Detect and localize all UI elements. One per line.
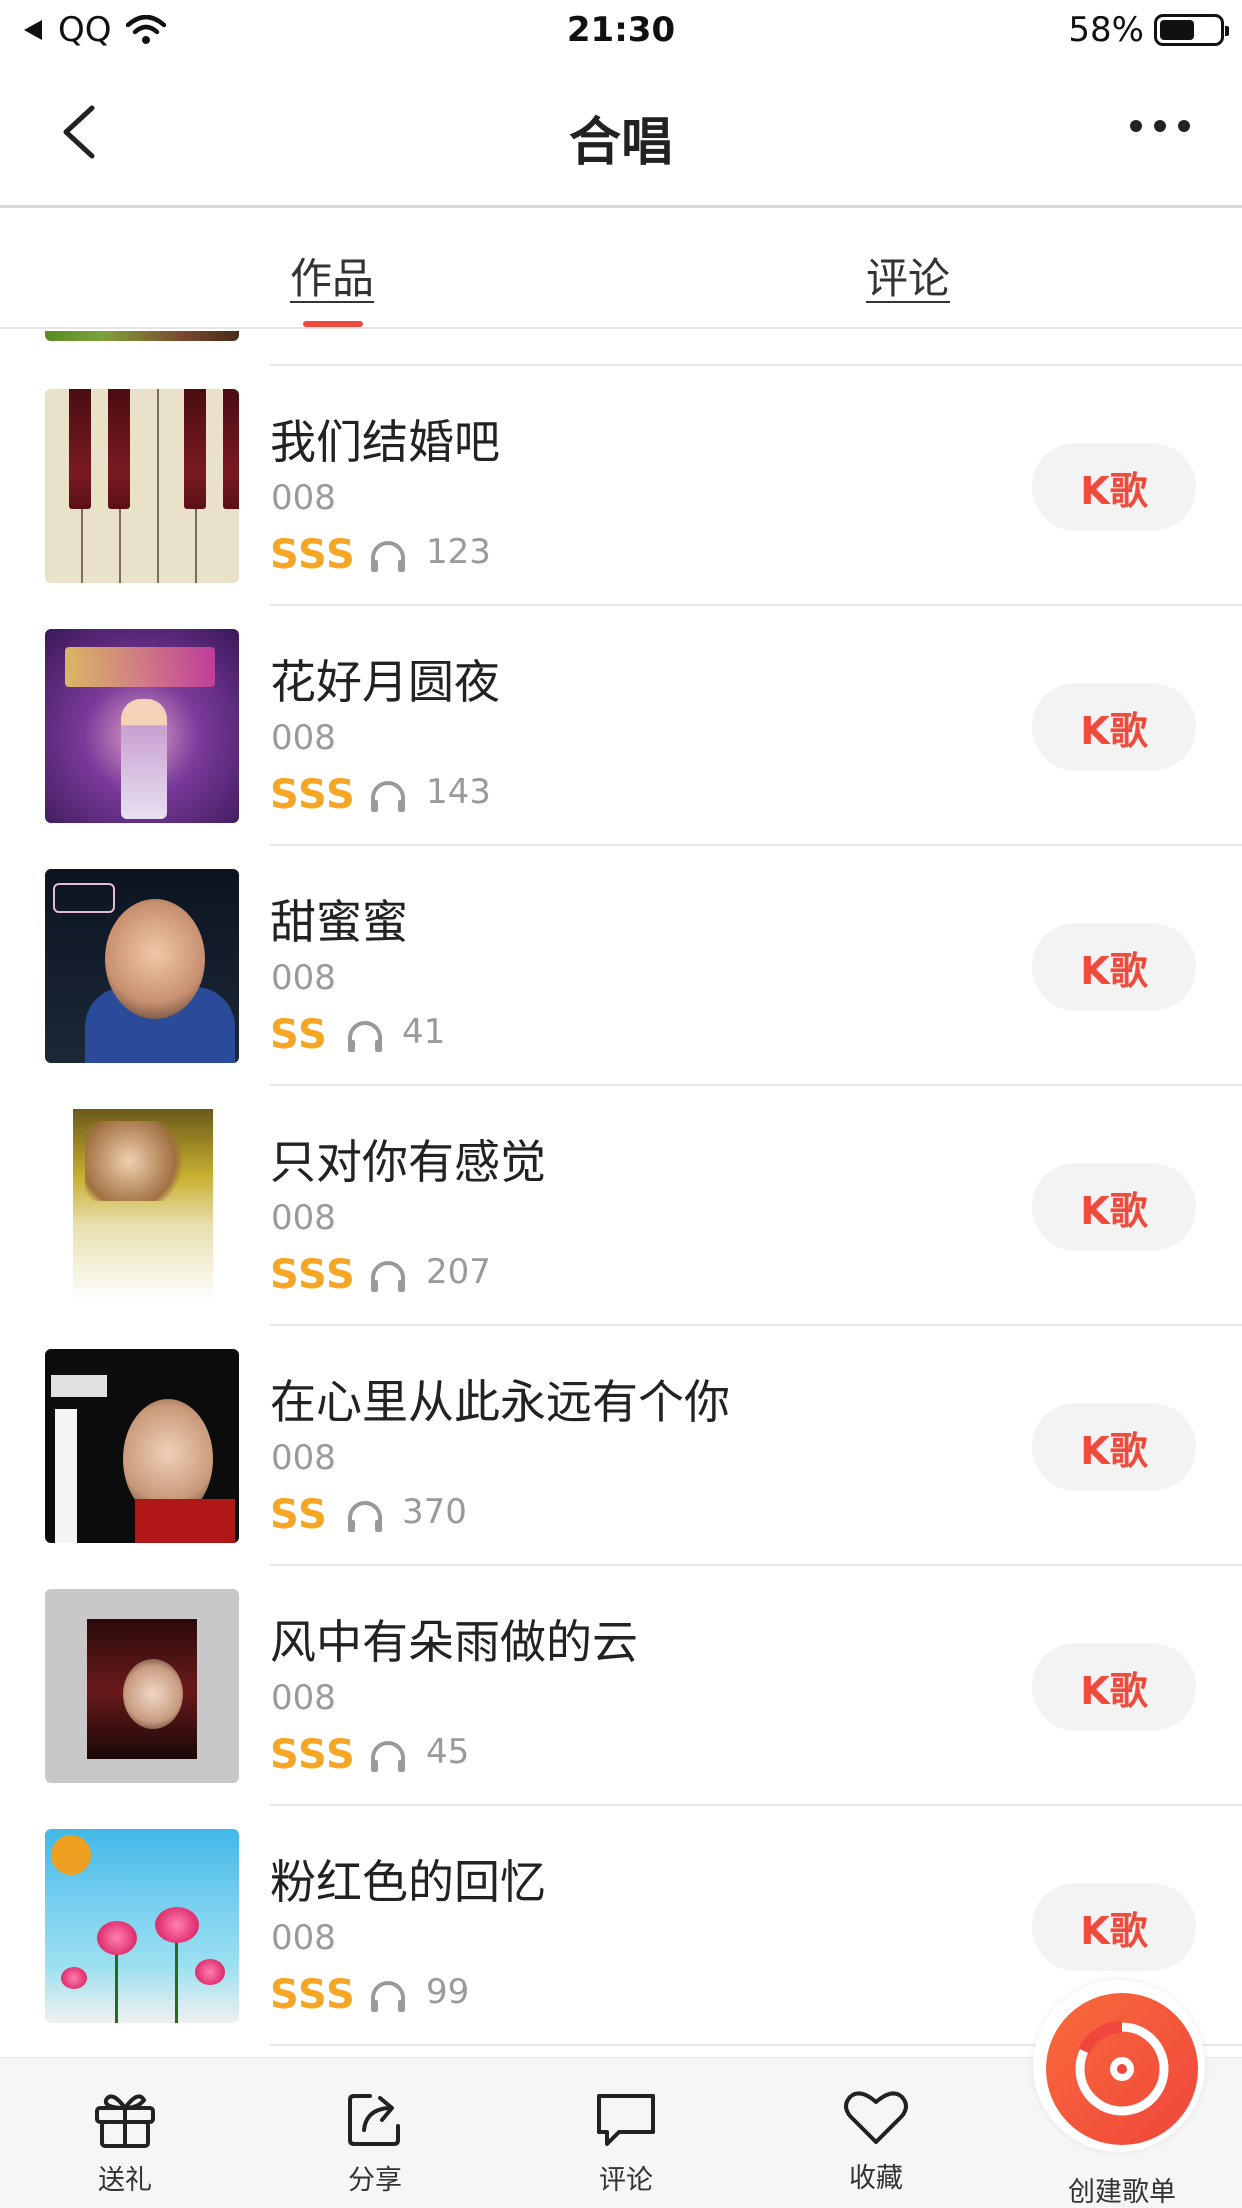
score-rank: SSS xyxy=(270,772,356,818)
gift-button[interactable]: 送礼 xyxy=(45,2058,205,2208)
song-item[interactable]: 我们结婚吧 008 SSS 123 K歌 xyxy=(0,366,1242,606)
tab-comments[interactable]: 评论 xyxy=(866,245,950,306)
song-title: 在心里从此永远有个你 xyxy=(270,1375,730,1429)
disc-icon xyxy=(1075,2020,1169,2116)
album-cover xyxy=(45,389,239,583)
play-count: 99 xyxy=(426,1972,470,2012)
comment-button[interactable]: 评论 xyxy=(546,2058,706,2208)
album-cover xyxy=(45,331,239,341)
share-label: 分享 xyxy=(348,2165,402,2196)
song-title: 我们结婚吧 xyxy=(270,415,500,469)
score-rank: SSS xyxy=(270,1972,356,2018)
comment-icon xyxy=(597,2094,655,2146)
play-count: 370 xyxy=(402,1492,467,1532)
karaoke-button[interactable]: K歌 xyxy=(1032,1643,1196,1731)
share-icon xyxy=(348,2094,400,2146)
tab-bar: 作品 评论 xyxy=(0,211,1242,329)
singer-name: 008 xyxy=(271,1438,336,1478)
score-rank: SSS xyxy=(270,1252,356,1298)
singer-name: 008 xyxy=(271,958,336,998)
play-count: 123 xyxy=(426,532,491,572)
favorite-button[interactable]: 收藏 xyxy=(796,2058,956,2208)
karaoke-button[interactable]: K歌 xyxy=(1032,443,1196,531)
status-bar: QQ 21:30 58% xyxy=(0,0,1242,62)
album-cover xyxy=(45,629,239,823)
karaoke-button[interactable]: K歌 xyxy=(1032,923,1196,1011)
song-title: 花好月圆夜 xyxy=(270,655,500,709)
karaoke-button[interactable]: K歌 xyxy=(1032,1883,1196,1971)
headphones-icon xyxy=(348,1501,382,1532)
score-rank: SS xyxy=(270,1012,328,1058)
album-cover xyxy=(45,1109,239,1303)
song-item[interactable]: 甜蜜蜜 008 SS 41 K歌 xyxy=(0,846,1242,1086)
create-playlist-button[interactable] xyxy=(1046,1993,1198,2145)
battery-percent: 58% xyxy=(1068,10,1144,50)
song-title: 粉红色的回忆 xyxy=(270,1855,546,1909)
status-bar-right: 58% xyxy=(1068,10,1229,50)
play-count: 41 xyxy=(402,1012,446,1052)
singer-name: 008 xyxy=(271,1678,336,1718)
karaoke-button[interactable]: K歌 xyxy=(1032,1403,1196,1491)
song-item[interactable]: 风中有朵雨做的云 008 SSS 45 K歌 xyxy=(0,1566,1242,1806)
score-rank: SSS xyxy=(270,532,356,578)
singer-name: 008 xyxy=(271,478,336,518)
singer-name: 008 xyxy=(271,718,336,758)
play-count: 143 xyxy=(426,772,491,812)
singer-name: 008 xyxy=(271,1918,336,1958)
karaoke-button[interactable]: K歌 xyxy=(1032,1163,1196,1251)
gift-label: 送礼 xyxy=(98,2165,152,2196)
song-item[interactable]: 花好月圆夜 008 SSS 143 K歌 xyxy=(0,606,1242,846)
nav-bar: 合唱 xyxy=(0,62,1242,208)
create-playlist-label: 创建歌单 xyxy=(1068,2177,1176,2208)
headphones-icon xyxy=(371,781,405,812)
headphones-icon xyxy=(371,1981,405,2012)
album-cover xyxy=(45,1589,239,1783)
headphones-icon xyxy=(371,1741,405,1772)
score-rank: SS xyxy=(270,1492,328,1538)
karaoke-button[interactable]: K歌 xyxy=(1032,683,1196,771)
favorite-label: 收藏 xyxy=(849,2163,903,2194)
singer-name: 008 xyxy=(271,1198,336,1238)
song-item[interactable]: 只对你有感觉 008 SSS 207 K歌 xyxy=(0,1086,1242,1326)
share-button[interactable]: 分享 xyxy=(295,2058,455,2208)
headphones-icon xyxy=(371,541,405,572)
album-cover xyxy=(45,869,239,1063)
song-title: 风中有朵雨做的云 xyxy=(270,1615,638,1669)
active-tab-indicator xyxy=(303,321,363,327)
song-title: 只对你有感觉 xyxy=(270,1135,546,1189)
more-options-icon[interactable] xyxy=(1130,120,1190,132)
song-list[interactable]: 我们结婚吧 008 SSS 123 K歌 花好月圆夜 008 SSS 143 K… xyxy=(0,331,1242,2057)
headphones-icon xyxy=(348,1021,382,1052)
album-cover xyxy=(45,1829,239,2023)
song-title: 甜蜜蜜 xyxy=(270,895,408,949)
album-cover xyxy=(45,1349,239,1543)
play-count: 207 xyxy=(426,1252,491,1292)
clock: 21:30 xyxy=(566,10,676,50)
tab-works[interactable]: 作品 xyxy=(290,245,374,306)
score-rank: SSS xyxy=(270,1732,356,1778)
play-count: 45 xyxy=(426,1732,470,1772)
heart-icon xyxy=(844,2091,908,2144)
battery-icon xyxy=(1154,14,1229,46)
song-item[interactable]: 在心里从此永远有个你 008 SS 370 K歌 xyxy=(0,1326,1242,1566)
page-title: 合唱 xyxy=(568,113,673,173)
gift-icon xyxy=(95,2094,155,2148)
headphones-icon xyxy=(371,1261,405,1292)
comment-label: 评论 xyxy=(599,2165,653,2196)
